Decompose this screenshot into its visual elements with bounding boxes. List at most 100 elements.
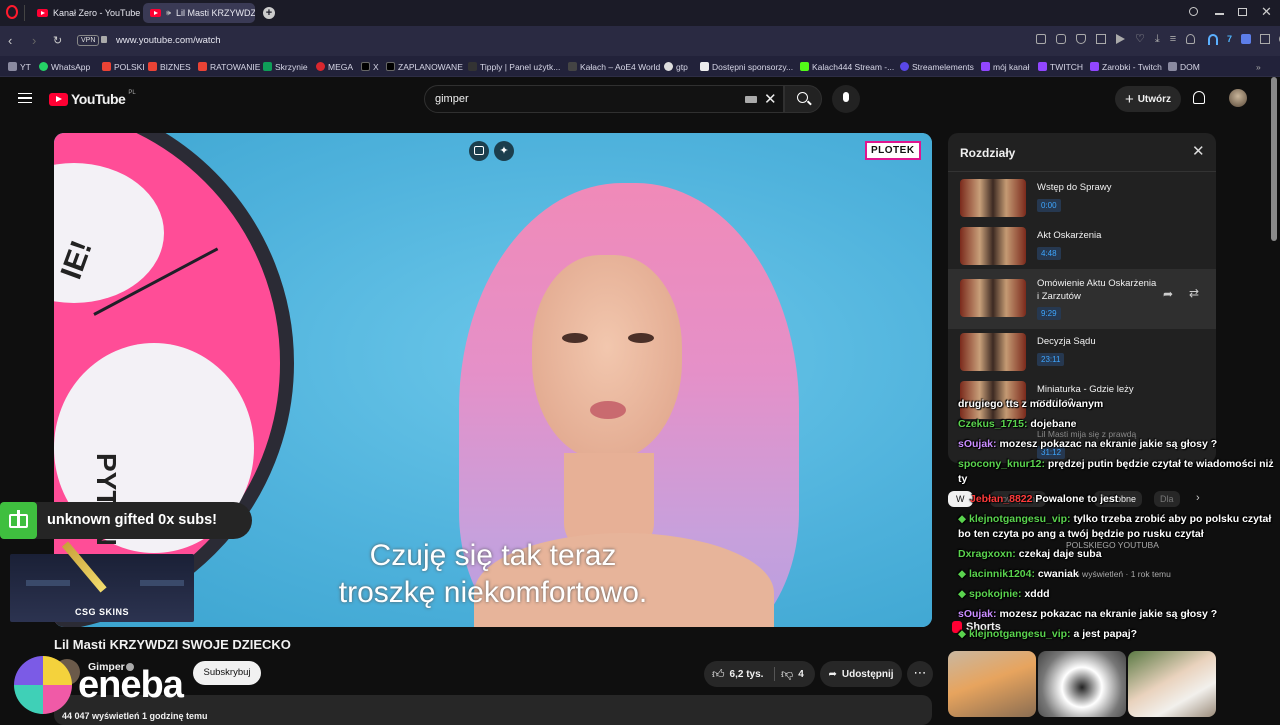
bookmark-mega[interactable]: MEGA [316, 60, 353, 73]
miniplayer-button[interactable] [469, 141, 489, 161]
like-button[interactable]: 👍︎ 6,2 tys. [712, 661, 763, 687]
bookmark-biznes[interactable]: BIZNES [148, 60, 191, 73]
presenter-eye-right [628, 333, 654, 343]
bookmark-gtp[interactable]: gtp [664, 60, 688, 73]
gift-alert-text: unknown gifted 0x subs! [47, 512, 217, 528]
search-input[interactable]: gimper [435, 93, 469, 105]
speaker-icon: 🕪 [166, 8, 172, 17]
dislike-button[interactable]: 👎︎ 4 [781, 661, 804, 687]
bookmark-zaplanowane[interactable]: ZAPLANOWANE [386, 60, 463, 73]
video-title: Lil Masti KRZYWDZI SWOJE DZIECKO [54, 637, 291, 652]
bookmark-whatsapp[interactable]: WhatsApp [39, 60, 90, 73]
more-actions-button[interactable]: ⋯ [907, 661, 933, 687]
bookmark-yt[interactable]: YT [8, 60, 31, 73]
tipply-icon [468, 62, 477, 71]
bookmark-polski[interactable]: POLSKI [102, 60, 145, 73]
chat-user: klejnotgangesu_vip: [969, 628, 1071, 640]
voice-search-button[interactable] [832, 85, 860, 113]
plotek-badge: PLOTEK [865, 141, 921, 160]
camera-icon[interactable] [1056, 34, 1066, 44]
description-box[interactable]: 44 047 wyświetleń 1 godzinę temu [54, 695, 932, 725]
bookmark-aoe4[interactable]: Kałach – AoE4 World [568, 60, 660, 73]
url-field[interactable]: www.youtube.com/watch [116, 35, 221, 46]
page-scrollbar[interactable] [1271, 77, 1277, 241]
chapter-item[interactable]: Decyzja Sądu 23:11 [948, 327, 1216, 379]
youtube-logo[interactable]: YouTube PL [49, 90, 136, 107]
tab-lil-masti[interactable]: 🕪 Lil Masti KRZYWDZI Sw [143, 3, 255, 23]
bookmarks-overflow-icon[interactable]: » [1256, 60, 1261, 73]
forward-button[interactable]: › [32, 33, 36, 48]
chapter-thumbnail [960, 333, 1026, 371]
new-tab-button[interactable]: + [263, 7, 275, 19]
bookmark-tipply[interactable]: Tipply | Panel użytk... [468, 60, 560, 73]
loop-chapter-icon[interactable]: ⇄ [1189, 286, 1199, 300]
short-thumbnail-cat-1[interactable] [948, 651, 1036, 717]
close-window-button[interactable]: ✕ [1261, 4, 1272, 20]
like-dislike-group: 👍︎ 6,2 tys. 👎︎ 4 [704, 661, 815, 687]
search-tabs-icon[interactable] [1189, 7, 1198, 16]
twitch-chat-overlay: drugiego tts z modulowanym Czekus_1715: … [955, 397, 1280, 647]
extensions-cube-icon[interactable] [1260, 34, 1271, 44]
chapter-item[interactable]: Wstęp do Sprawy 0:00 [948, 173, 1216, 225]
heart-icon[interactable]: ♡ [1135, 34, 1145, 48]
bookmark-ratowanie[interactable]: RATOWANIE [198, 60, 260, 73]
reload-button[interactable]: ↻ [53, 34, 62, 47]
shield-icon[interactable] [1076, 34, 1086, 44]
subscribe-button[interactable]: Subskrybuj [193, 661, 261, 685]
chapter-title: Omówienie Aktu Oskarżenia i Zarzutów [1037, 278, 1157, 302]
bookmark-x[interactable]: X [361, 60, 379, 73]
ai-enhance-button[interactable]: ✦ [494, 141, 514, 161]
send-icon[interactable] [1116, 34, 1125, 44]
notifications-bell-icon[interactable] [1193, 91, 1205, 104]
chapter-title: Akt Oskarżenia [1037, 230, 1102, 241]
vpn-badge[interactable]: VPN [77, 35, 100, 46]
hamburger-menu-icon[interactable] [18, 93, 32, 103]
edit-icon[interactable] [1036, 34, 1046, 44]
back-button[interactable]: ‹ [8, 33, 12, 48]
cube-icon[interactable] [1096, 34, 1106, 44]
minimize-button[interactable] [1215, 13, 1224, 15]
eneba-mascot-icon [14, 656, 72, 714]
bookmark-sponsorzy[interactable]: Dostępni sponsorzy... [700, 60, 793, 73]
extension-7tv-icon[interactable]: 7 [1227, 34, 1232, 45]
chapter-title: Decyzja Sądu [1037, 336, 1096, 347]
avatar[interactable] [1229, 89, 1247, 107]
extension-translate-icon[interactable] [1241, 34, 1252, 44]
close-chapters-icon[interactable]: ✕ [1192, 142, 1205, 160]
opera-menu-icon[interactable] [6, 5, 18, 19]
maximize-button[interactable] [1238, 8, 1247, 16]
streamelements-icon [900, 62, 909, 71]
tab-kanal-zero[interactable]: Kanał Zero - YouTube [30, 3, 140, 23]
keyboard-icon[interactable] [745, 96, 757, 103]
twitch-icon [981, 62, 990, 71]
bookmark-dom[interactable]: DOM [1168, 60, 1200, 73]
bookmark-kalach-stream[interactable]: Kalach444 Stream -... [800, 60, 894, 73]
vip-badge-icon: ◆ [958, 513, 967, 525]
gift-ribbon [17, 510, 20, 528]
plus-icon: + [1124, 90, 1134, 108]
download-icon[interactable]: ⤓ [1155, 34, 1160, 48]
video-player[interactable]: IE! PYTAN ✦ PLOTEK Czuję się tak teraz t… [54, 133, 932, 627]
search-box[interactable]: gimper ✕ [424, 85, 784, 113]
search-button[interactable] [784, 85, 822, 113]
account-icon[interactable] [1186, 34, 1196, 44]
easy-setup-icon[interactable]: ≡ [1170, 34, 1176, 48]
bookmark-twitch[interactable]: TWITCH [1038, 60, 1083, 73]
share-chapter-icon[interactable]: ➦ [1163, 287, 1173, 301]
share-button[interactable]: ➦ Udostępnij [820, 661, 902, 687]
csgo-skins-sponsor: CSG SKINS [10, 541, 194, 622]
create-button[interactable]: + Utwórz [1115, 86, 1181, 112]
clear-search-icon[interactable]: ✕ [764, 90, 777, 108]
bookmark-skrzynie[interactable]: Skrzynie [263, 60, 308, 73]
extension-audio-icon[interactable] [1208, 34, 1218, 45]
aoe4-world-icon [568, 62, 577, 71]
short-thumbnail-cat-2[interactable] [1038, 651, 1126, 717]
bookmark-moj-kanal[interactable]: mój kanał [981, 60, 1029, 73]
chapter-item-active[interactable]: Omówienie Aktu Oskarżenia i Zarzutów 9:2… [948, 269, 1216, 329]
chapter-item[interactable]: Akt Oskarżenia 4:48 [948, 221, 1216, 273]
bookmark-zarobki[interactable]: Zarobki - Twitch [1090, 60, 1162, 73]
bookmark-streamelements[interactable]: Streamelements [900, 60, 974, 73]
chat-user: klejnotgangesu_vip: [969, 513, 1071, 525]
short-thumbnail-person[interactable] [1128, 651, 1216, 717]
gift-alert: unknown gifted 0x subs! [0, 502, 252, 539]
